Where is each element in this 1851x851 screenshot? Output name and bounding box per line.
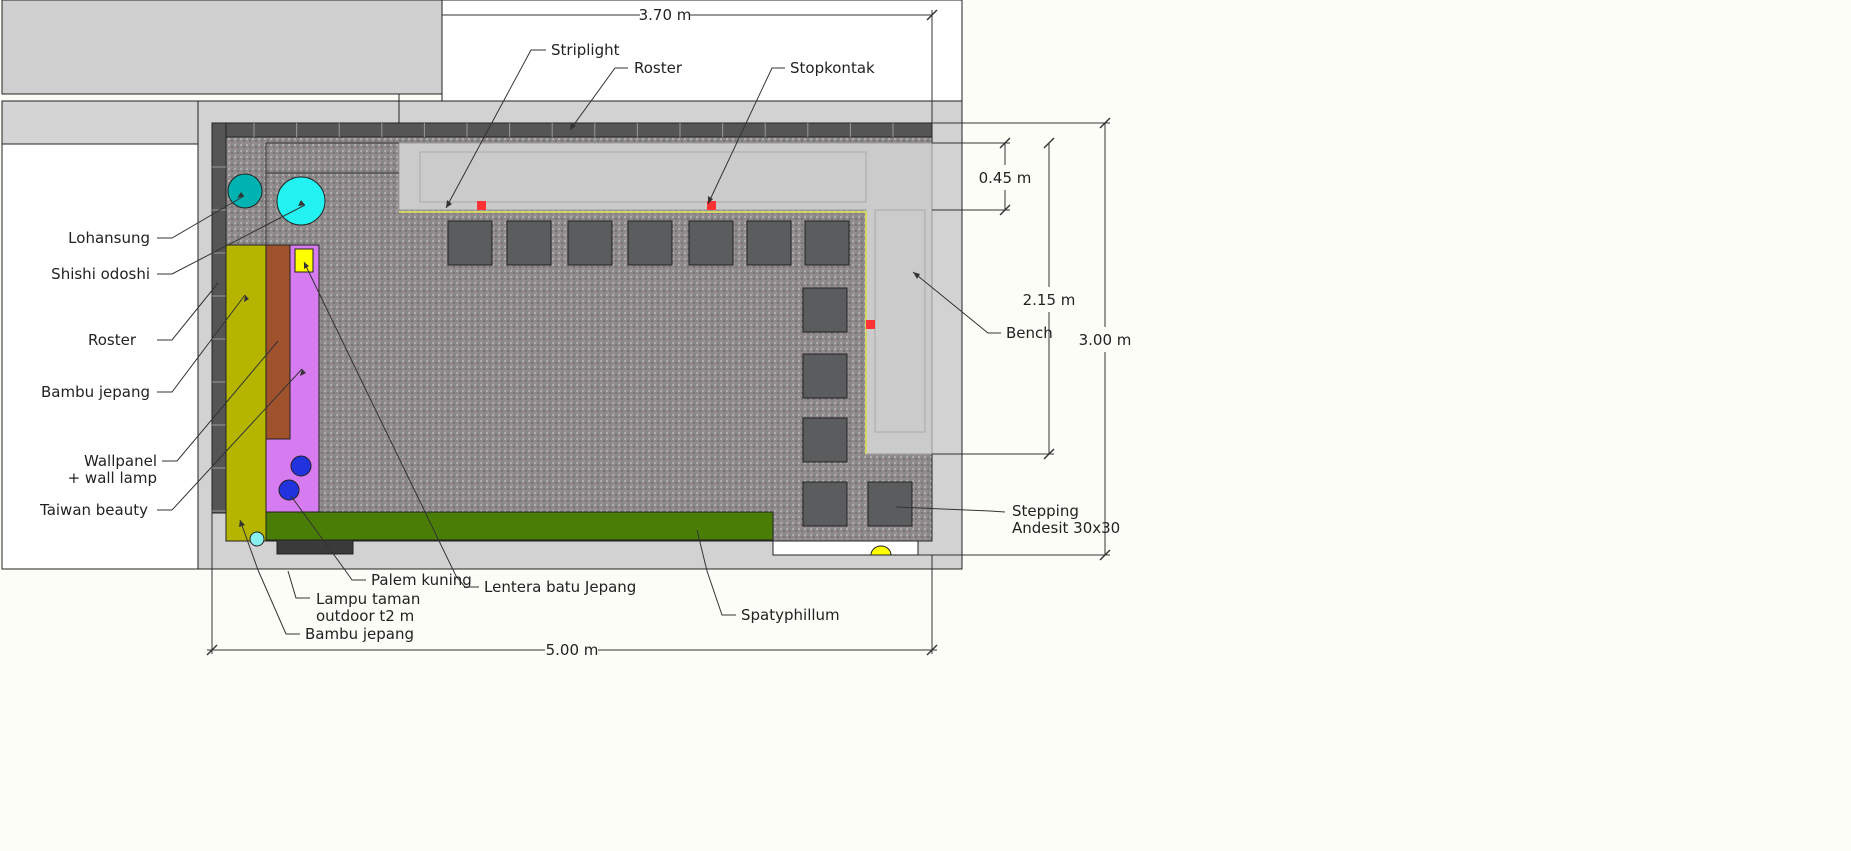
label-wallpanel-2: + wall lamp — [68, 469, 157, 487]
wallpanel — [265, 244, 291, 440]
palem-kuning-1 — [290, 455, 312, 477]
stopkontak-3 — [866, 320, 875, 329]
label-striplight: Striplight — [551, 41, 620, 59]
roster-left-wall — [211, 122, 227, 514]
label-wallpanel-1: Wallpanel — [84, 452, 157, 470]
palem-kuning-2 — [278, 479, 300, 501]
dim-total-depth-text: 3.00 m — [1079, 331, 1132, 349]
label-shishi-odoshi: Shishi odoshi — [51, 265, 150, 283]
label-palem-kuning: Palem kuning — [371, 571, 472, 589]
label-bambu-jepang-bottom: Bambu jepang — [305, 625, 414, 643]
bambu-jepang-small — [249, 531, 265, 547]
dim-top-width-text: 3.70 m — [639, 6, 692, 24]
label-lampu-2: outdoor t2 m — [316, 607, 414, 625]
dim-bench-length-text: 2.15 m — [1023, 291, 1076, 309]
label-roster-top: Roster — [634, 59, 683, 77]
label-stepping-2: Andesit 30x30 — [1012, 519, 1120, 537]
label-spatyphillum: Spatyphillum — [741, 606, 840, 624]
dim-bench-depth-text: 0.45 m — [979, 169, 1032, 187]
label-stopkontak: Stopkontak — [790, 59, 875, 77]
spatyphillum-bed — [265, 511, 774, 541]
bambu-jepang-bed — [225, 244, 267, 542]
dark-bench-block — [276, 539, 354, 555]
label-roster-left: Roster — [88, 331, 137, 349]
stopkontak-1 — [477, 201, 486, 210]
label-bambu-jepang-left: Bambu jepang — [41, 383, 150, 401]
label-lampu-1: Lampu taman — [316, 590, 420, 608]
label-bench: Bench — [1006, 324, 1053, 342]
garden-plan: 3.70 m 0.45 m 2.15 m 3.00 m 5.00 m Strip… — [1, 0, 1132, 659]
label-stepping-1: Stepping — [1012, 502, 1079, 520]
bottom-right-strip — [772, 540, 919, 556]
left-corridor-paving — [1, 100, 199, 145]
label-taiwan-beauty: Taiwan beauty — [39, 501, 148, 519]
top-left-slab — [1, 0, 443, 95]
label-lentera: Lentera batu Jepang — [484, 578, 636, 596]
dim-total-width-text: 5.00 m — [546, 641, 599, 659]
label-lohansung: Lohansung — [68, 229, 150, 247]
